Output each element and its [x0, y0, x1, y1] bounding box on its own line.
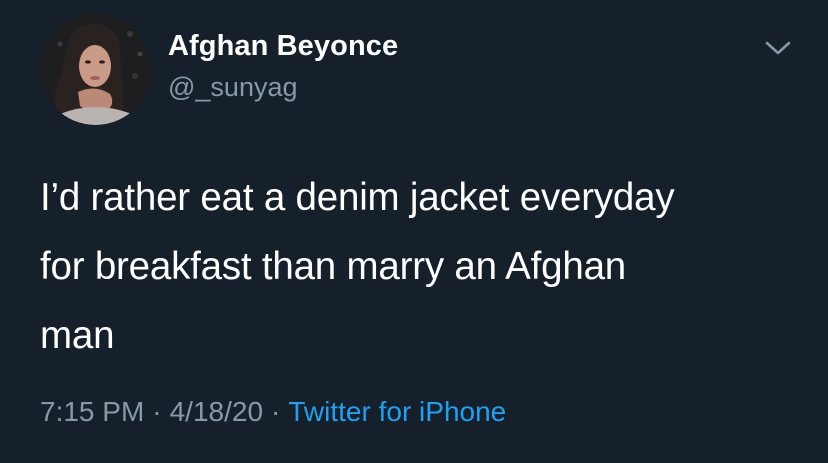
tweet-source-link[interactable]: Twitter for iPhone: [288, 396, 506, 427]
tweet-metadata: 7:15 PM · 4/18/20 · Twitter for iPhone: [40, 396, 506, 428]
avatar-photo: [40, 14, 151, 125]
user-handle[interactable]: @_sunyag: [168, 72, 298, 103]
tweet-text: I’d rather eat a denim jacket everyday f…: [40, 176, 675, 357]
meta-separator: ·: [152, 396, 162, 427]
display-name[interactable]: Afghan Beyonce: [168, 30, 398, 63]
tweet: Afghan Beyonce @_sunyag I’d rather eat a…: [0, 0, 828, 463]
meta-separator: ·: [271, 396, 281, 427]
chevron-down-icon[interactable]: [764, 38, 792, 58]
avatar[interactable]: [40, 14, 151, 125]
tweet-time[interactable]: 7:15 PM: [40, 396, 144, 427]
tweet-date[interactable]: 4/18/20: [170, 396, 263, 427]
